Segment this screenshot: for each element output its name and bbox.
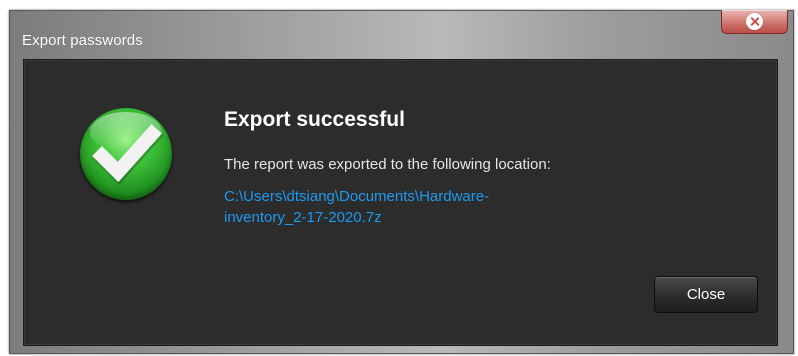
title-bar[interactable]: Export passwords [10,10,793,59]
dialog-content: Export successful The report was exporte… [23,59,778,346]
window-close-button[interactable] [721,10,788,34]
dialog-message: The report was exported to the following… [224,156,551,173]
success-checkmark-icon [80,108,172,200]
export-path-link[interactable]: C:\Users\dtsiang\Documents\Hardware- inv… [224,186,604,228]
close-button[interactable]: Close [654,276,758,313]
window-title: Export passwords [22,32,143,49]
export-passwords-dialog: Export passwords Export successful The r… [9,10,794,354]
dialog-heading: Export successful [224,108,405,131]
export-path-line-2: inventory_2-17-2020.7z [224,209,382,226]
close-icon [746,13,763,30]
export-path-line-1: C:\Users\dtsiang\Documents\Hardware- [224,188,490,205]
